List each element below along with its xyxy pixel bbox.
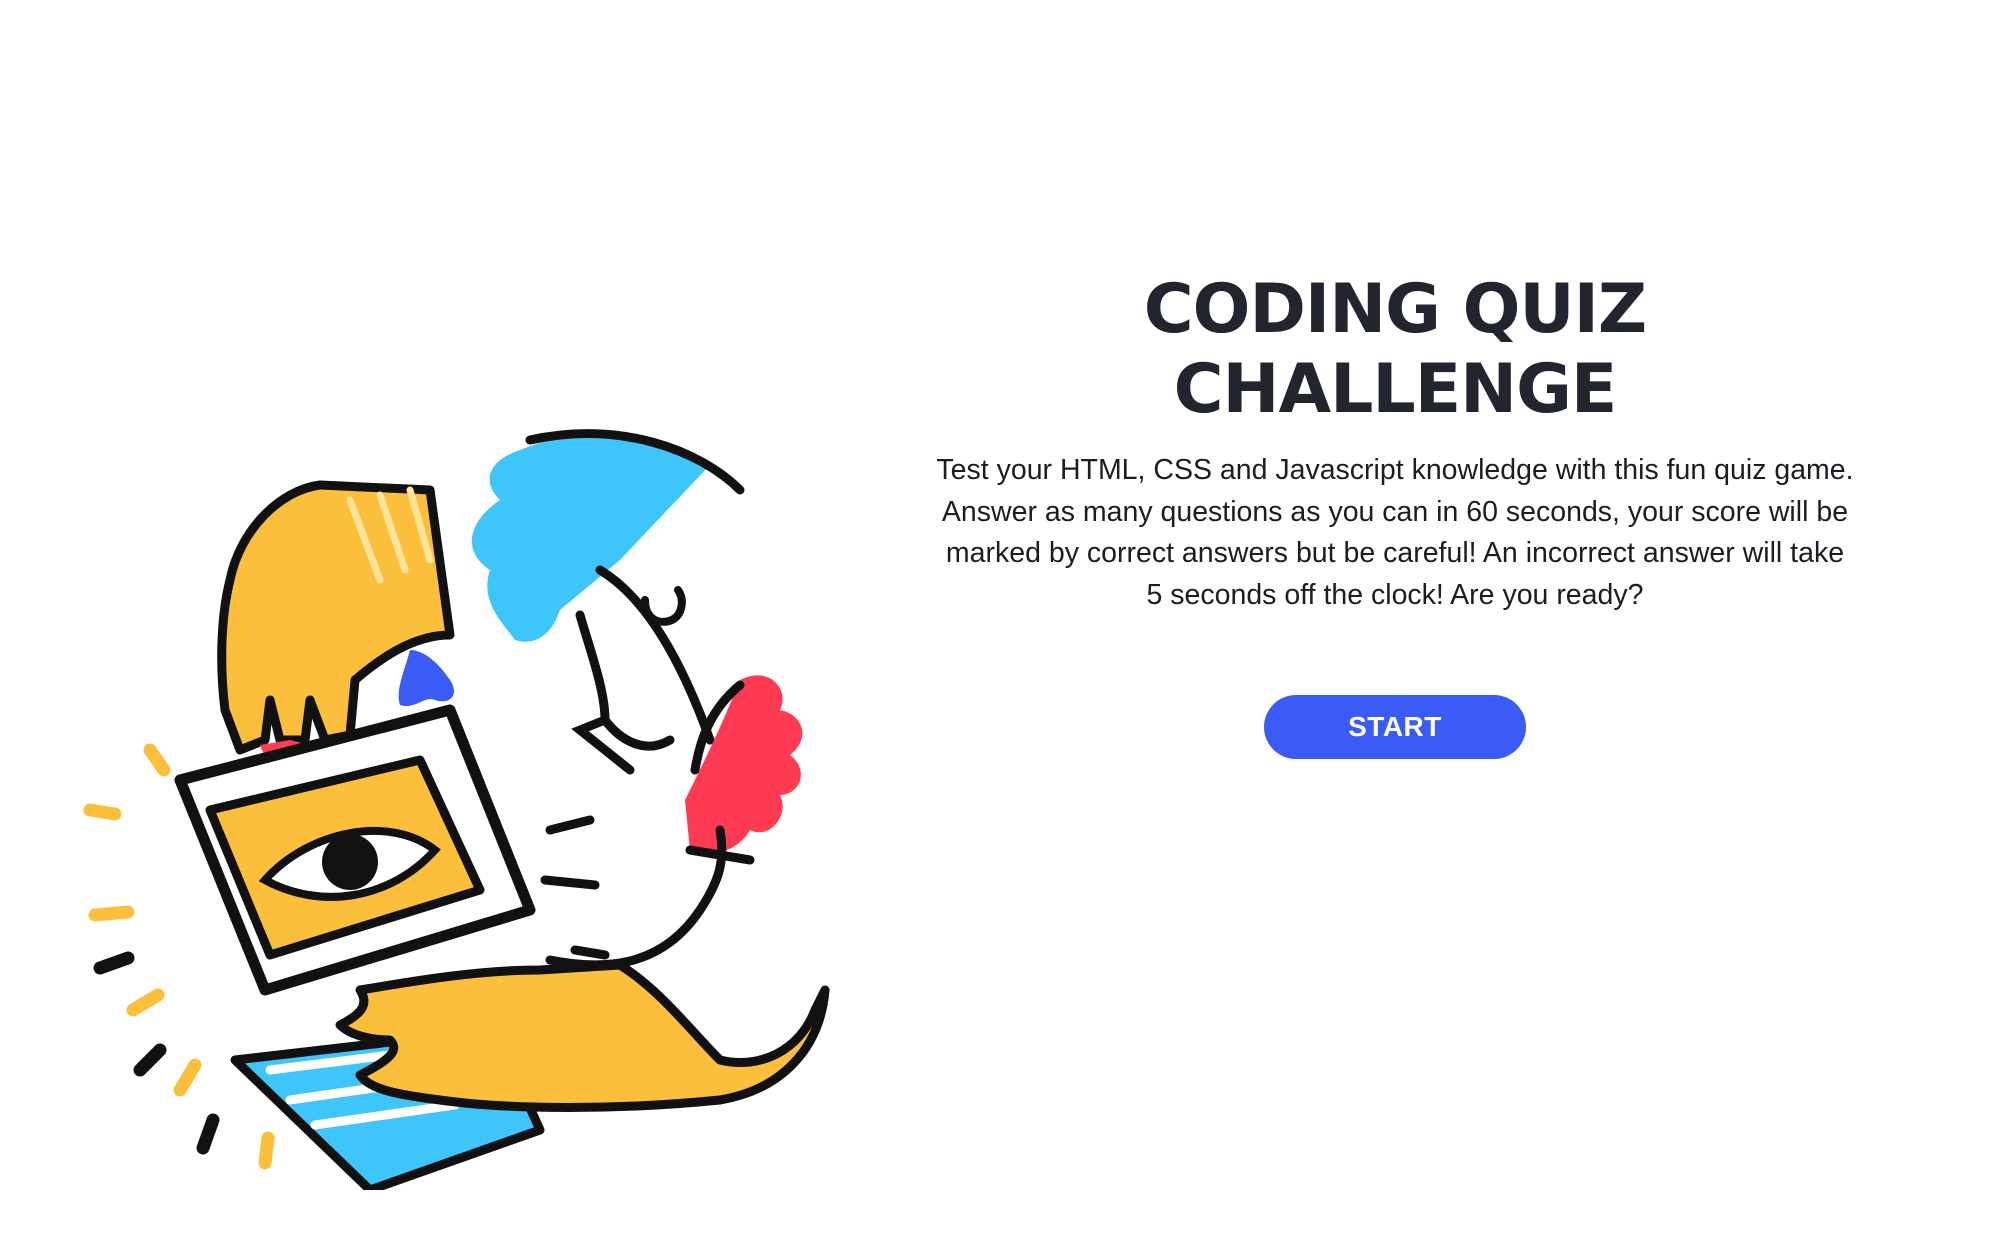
laptop xyxy=(174,704,545,1190)
red-collar xyxy=(685,675,803,854)
screen-eye-pupil xyxy=(322,834,378,890)
blue-cheek-mark xyxy=(398,650,455,707)
hair-shape xyxy=(471,434,710,642)
quiz-description: Test your HTML, CSS and Javascript knowl… xyxy=(936,454,1854,611)
person-with-laptop-illustration xyxy=(83,429,830,1190)
arm-on-laptop xyxy=(335,960,830,1112)
page-title: CODING QUIZ CHALLENGE xyxy=(1143,270,1648,429)
closed-eye xyxy=(641,586,686,626)
intro-section: CODING QUIZ CHALLENGE Test your HTML, CS… xyxy=(930,270,1860,759)
quiz-start-page: CODING QUIZ CHALLENGE Test your HTML, CS… xyxy=(0,0,2000,1251)
hand-on-head xyxy=(217,480,455,755)
start-button[interactable]: START xyxy=(1264,695,1526,759)
